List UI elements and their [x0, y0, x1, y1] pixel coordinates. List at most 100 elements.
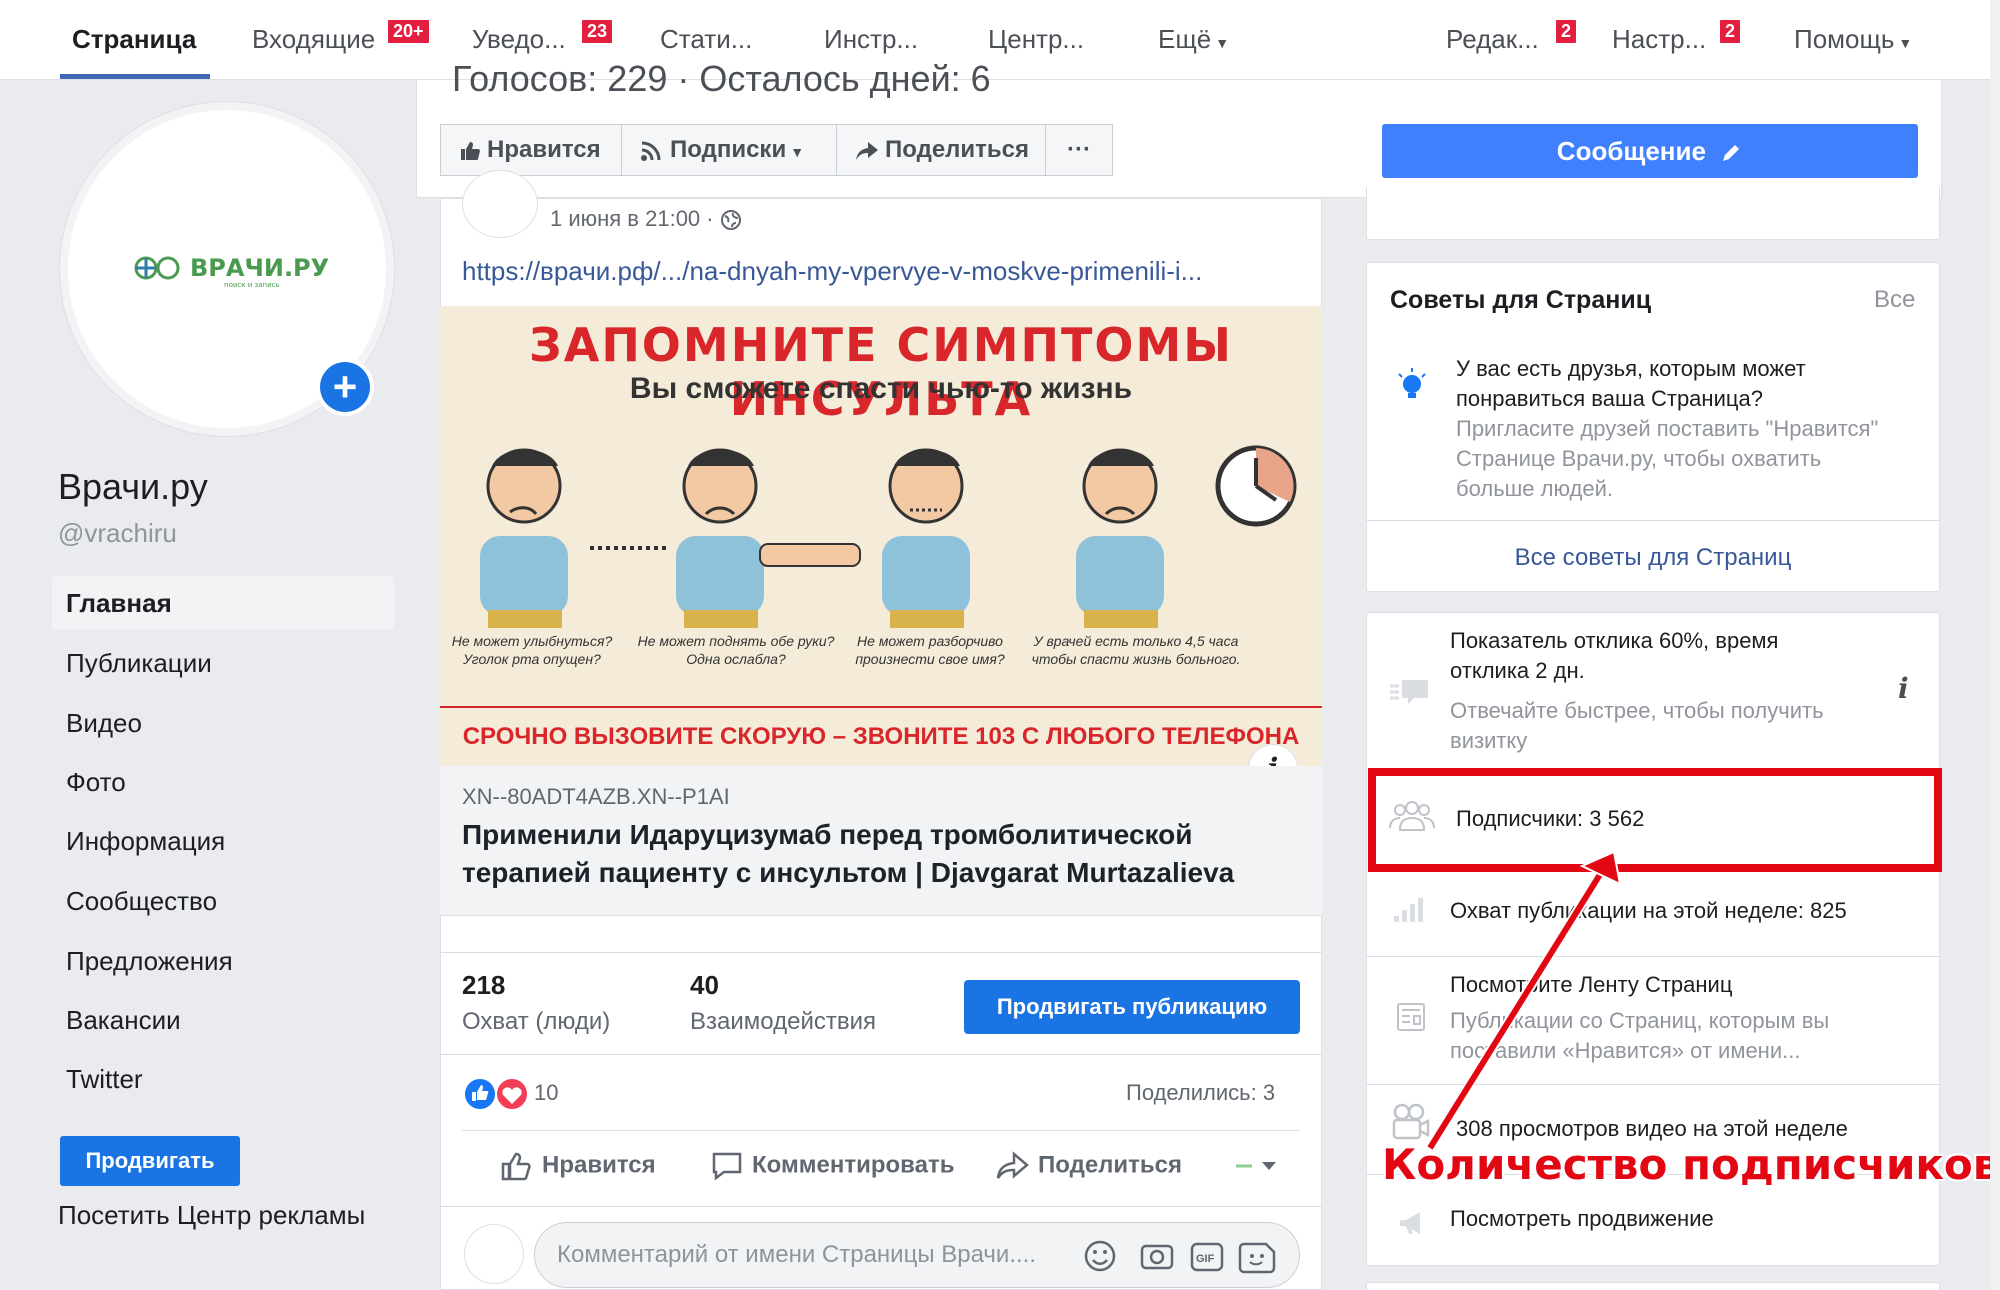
comment-post-button[interactable]: Комментировать	[710, 1150, 954, 1182]
divider	[1366, 956, 1940, 957]
notifications-badge: 23	[580, 18, 615, 45]
tips-see-all-link[interactable]: Все	[1874, 286, 1915, 314]
page-username[interactable]: @vrachiru	[58, 518, 177, 549]
audience-dropdown-icon	[1236, 1162, 1276, 1170]
emoji-icon	[1084, 1240, 1116, 1272]
nav-tab-center[interactable]: Центр...	[988, 24, 1084, 55]
all-page-tips-link[interactable]: Все советы для Страниц	[1366, 544, 1940, 572]
share-post-button[interactable]: Поделиться	[996, 1150, 1182, 1182]
camera-icon	[1140, 1244, 1174, 1270]
divider	[462, 1130, 1300, 1131]
divider	[440, 1206, 1322, 1207]
pages-feed-description: Публикации со Страниц, которым вы постав…	[1450, 1008, 1830, 1063]
post-link-image[interactable]: ЗАПОМНИТЕ СИМПТОМЫ ИНСУЛЬТА Вы сможете с…	[440, 306, 1322, 766]
follow-page-label: Подписки	[670, 136, 787, 163]
share-page-label: Поделиться	[885, 136, 1030, 163]
nav-tab-insights[interactable]: Стати...	[660, 24, 752, 55]
share-page-button[interactable]: Поделиться	[836, 124, 1046, 176]
boost-post-button[interactable]: Продвигать публикацию	[964, 980, 1300, 1034]
tip-headline: У вас есть друзья, которым может понрави…	[1456, 356, 1806, 411]
post-link-url[interactable]: https://врачи.рф/.../na-dnyah-my-vpervye…	[462, 256, 1202, 287]
send-message-button[interactable]: Сообщение	[1382, 124, 1918, 178]
like-page-button[interactable]: Нравится	[440, 124, 622, 176]
nav-tab-more[interactable]: Ещё ▼	[1158, 24, 1229, 55]
sidebar-item-twitter[interactable]: Twitter	[52, 1052, 394, 1106]
reactions-count[interactable]: 10	[534, 1080, 558, 1106]
response-rate-hint: Отвечайте быстрее, чтобы получить визитк…	[1450, 698, 1824, 753]
weekly-post-reach[interactable]: Охват публикации на этой неделе: 825	[1450, 896, 1847, 926]
sidebar-item-info[interactable]: Информация	[52, 814, 394, 868]
link-title[interactable]: Применили Идаруцизумаб перед тромболитич…	[462, 816, 1302, 892]
comment-bubble-icon	[712, 1152, 742, 1181]
scrollbar[interactable]	[1990, 0, 2000, 1290]
nav-tab-settings[interactable]: Настр...	[1612, 24, 1706, 55]
nav-tab-page[interactable]: Страница	[72, 24, 196, 55]
view-promotion-link[interactable]: Посмотреть продвижение	[1450, 1204, 1714, 1234]
sidebar-item-home[interactable]: Главная	[52, 576, 394, 630]
ads-center-link[interactable]: Посетить Центр рекламы	[58, 1200, 365, 1231]
globe-icon	[720, 210, 741, 231]
send-message-label: Сообщение	[1556, 136, 1706, 166]
logo-text: ВРАЧИ.РУ	[190, 254, 329, 282]
promote-button[interactable]: Продвигать	[60, 1136, 240, 1186]
about-card-bottom	[1366, 186, 1940, 240]
reach-label: Охват (люди)	[462, 1008, 611, 1035]
post-timestamp[interactable]: 1 июня в 21:00 ·	[550, 206, 742, 232]
nav-tab-inbox[interactable]: Входящие	[252, 24, 375, 55]
sidebar-item-community[interactable]: Сообщество	[52, 874, 394, 928]
nav-tab-notifications[interactable]: Уведо...	[472, 24, 566, 55]
bar-chart-icon	[1394, 898, 1423, 922]
commenter-avatar	[464, 1224, 524, 1284]
like-post-button[interactable]: Нравится	[500, 1150, 656, 1182]
divider	[440, 1054, 1322, 1055]
link-domain: XN--80ADT4AZB.XN--P1AI	[462, 784, 730, 809]
sidebar-item-posts[interactable]: Публикации	[52, 636, 394, 690]
more-dots-icon: ···	[1067, 136, 1091, 163]
post-author-avatar[interactable]	[462, 170, 538, 238]
caret-down-icon: ▼	[790, 144, 805, 160]
nav-tab-help[interactable]: Помощь ▼	[1794, 24, 1912, 55]
image-footer-banner: СРОЧНО ВЫЗОВИТЕ СКОРУЮ – ЗВОНИТЕ 103 С Л…	[440, 706, 1322, 766]
divider	[1366, 520, 1940, 521]
nav-help-label: Помощь	[1794, 24, 1895, 54]
thumbs-up-icon	[501, 1152, 531, 1181]
more-options-button[interactable]: ···	[1045, 124, 1113, 176]
share-arrow-icon	[996, 1151, 1029, 1179]
poll-status-text: Голосов: 229 · Осталось дней: 6	[452, 58, 991, 98]
thumbs-up-icon	[461, 141, 480, 160]
annotation-label: Количество подписчиков	[1382, 1140, 2000, 1189]
megaphone-icon	[1400, 1212, 1420, 1234]
engagement-label: Взаимодействия	[690, 1008, 876, 1035]
edit-badge: 2	[1554, 18, 1579, 45]
news-feed-icon	[1397, 1003, 1425, 1031]
svg-text:поиск и запись: поиск и запись	[224, 281, 280, 289]
inbox-badge: 20+	[386, 18, 431, 45]
shares-count[interactable]: Поделились: 3	[1126, 1080, 1275, 1106]
info-icon[interactable]: i	[1898, 672, 1909, 705]
sidebar-item-offers[interactable]: Предложения	[52, 934, 394, 988]
audience-selector[interactable]	[1234, 1150, 1292, 1182]
next-card	[1366, 1282, 1940, 1290]
nav-tab-tools[interactable]: Инстр...	[824, 24, 918, 55]
settings-badge: 2	[1718, 18, 1743, 45]
reaction-icons[interactable]	[462, 1076, 532, 1121]
pages-feed-title[interactable]: Посмотрите Ленту Страниц	[1450, 970, 1732, 1000]
nav-tab-edit[interactable]: Редак...	[1446, 24, 1539, 55]
add-photo-button[interactable]: +	[316, 358, 374, 416]
svg-text:GIF: GIF	[1196, 1253, 1215, 1265]
gif-icon: GIF	[1190, 1242, 1224, 1272]
response-chat-icon	[1390, 680, 1428, 704]
page-title: Врачи.ру	[58, 466, 208, 507]
vrachi-logo: ВРАЧИ.РУ поиск и запись	[132, 250, 352, 290]
tips-title: Советы для Страниц	[1390, 286, 1652, 314]
sticker-icon	[1238, 1242, 1276, 1274]
sidebar-item-videos[interactable]: Видео	[52, 696, 394, 750]
follow-page-button[interactable]: Подписки ▼	[621, 124, 837, 176]
tip-description: Пригласите друзей поставить "Нравится" С…	[1456, 416, 1879, 501]
share-post-label: Поделиться	[1038, 1151, 1183, 1179]
sidebar-item-jobs[interactable]: Вакансии	[52, 993, 394, 1047]
divider	[440, 952, 1322, 953]
image-caption-3: Не может разборчиво произнести свое имя?	[855, 633, 1005, 667]
plus-icon: +	[320, 362, 370, 412]
sidebar-item-photos[interactable]: Фото	[52, 755, 394, 809]
